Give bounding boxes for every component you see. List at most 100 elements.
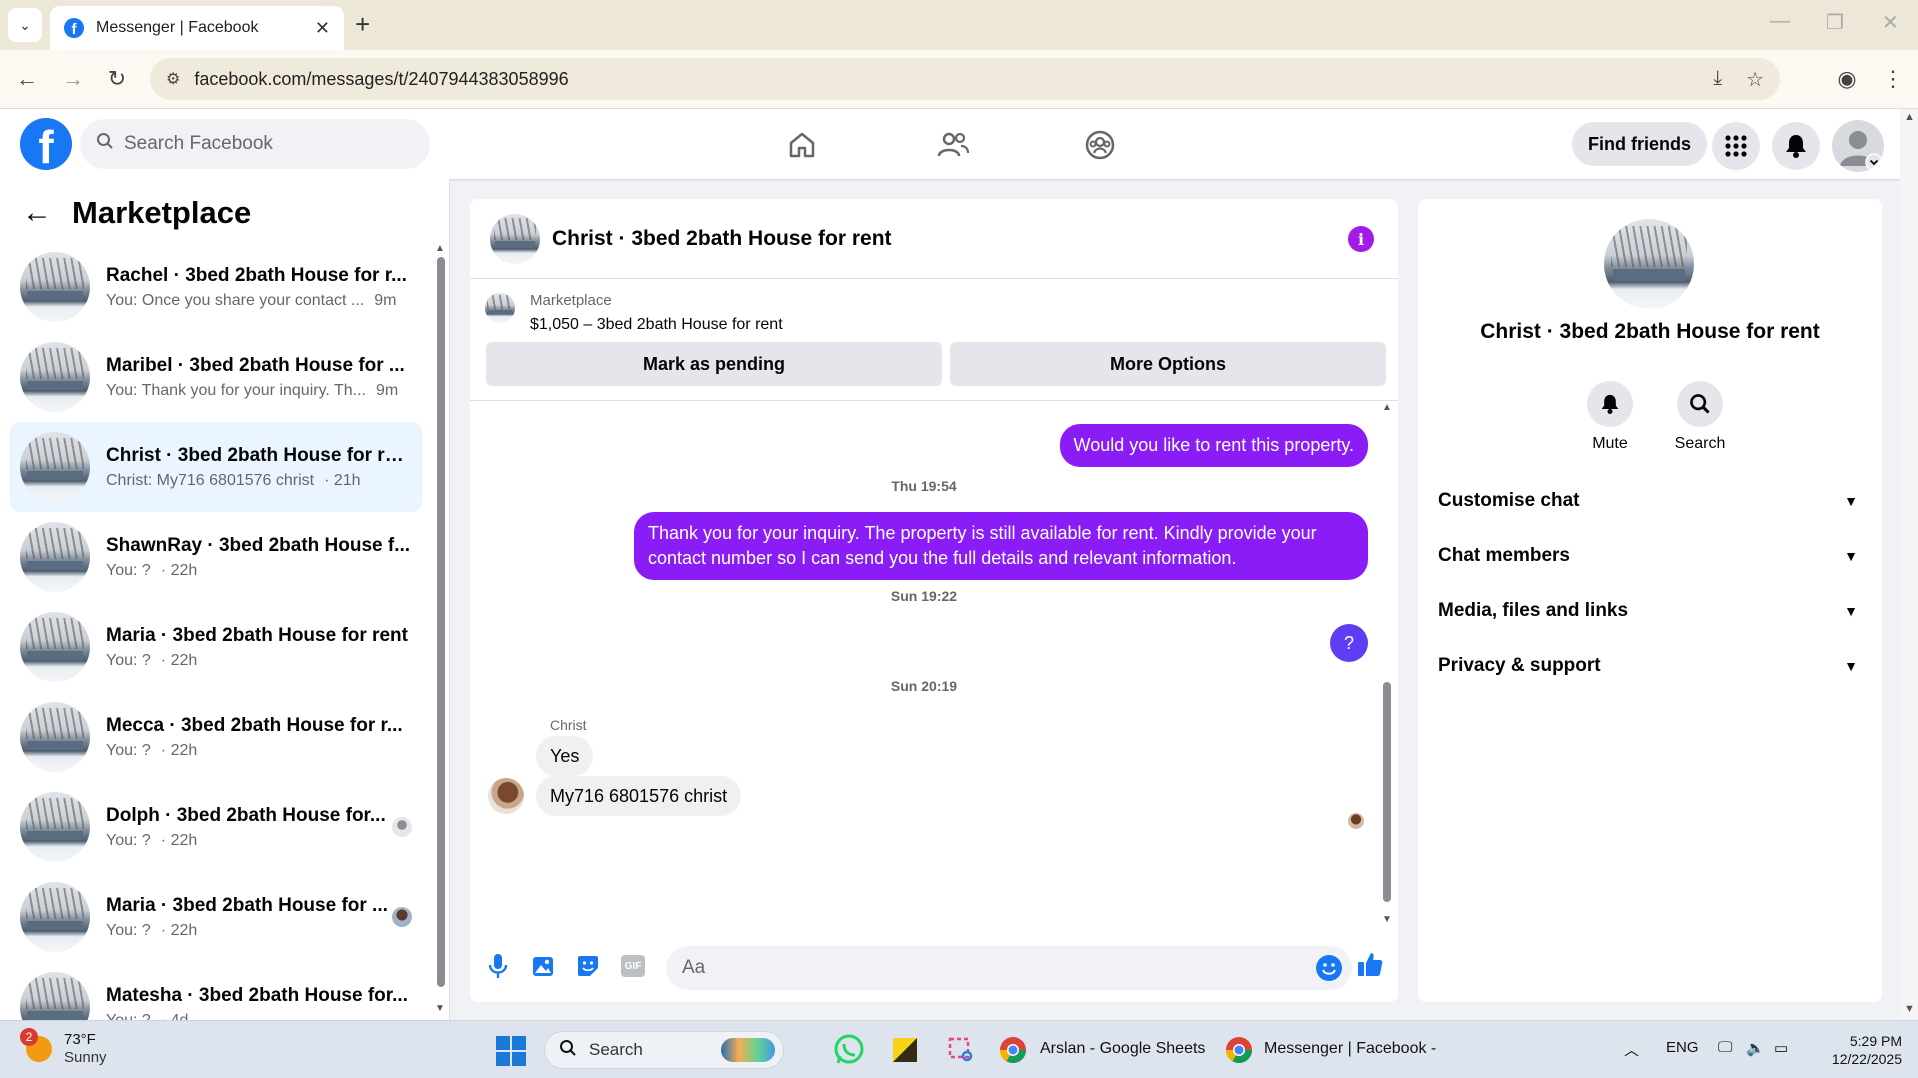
chat-scrollbar[interactable]: ▲ ▼ <box>1380 402 1394 932</box>
volume-icon[interactable]: 🔈 <box>1746 1039 1765 1057</box>
facebook-search[interactable] <box>80 119 430 169</box>
notifications-bell-icon[interactable] <box>1772 122 1820 170</box>
forward-icon[interactable]: → <box>56 62 90 96</box>
thumbs-up-icon[interactable] <box>1356 950 1384 978</box>
conversation-item[interactable]: Dolph · 3bed 2bath House for... You: ? · 2… <box>10 782 422 872</box>
chrome-messenger-icon[interactable] <box>1222 1033 1256 1067</box>
taskbar-app-messenger-label[interactable]: Messenger | Facebook - <box>1264 1040 1436 1058</box>
conversation-item[interactable]: ShawnRay · 3bed 2bath House f... You: ? · … <box>10 512 422 602</box>
scrollbar-thumb[interactable] <box>437 257 445 987</box>
snipping-tool-icon[interactable] <box>944 1033 978 1067</box>
weather-widget[interactable]: 2 73°F Sunny <box>20 1028 107 1067</box>
address-bar[interactable]: ⚙ facebook.com/messages/t/24079443830589… <box>150 58 1780 100</box>
system-clock[interactable]: 5:29 PM 12/22/2025 <box>1818 1032 1902 1068</box>
reload-icon[interactable]: ↻ <box>100 62 134 96</box>
conversation-item[interactable]: Maria · 3bed 2bath House for rent You: ? ·… <box>10 602 422 692</box>
incoming-message[interactable]: Yes <box>536 736 594 776</box>
emoji-icon[interactable] <box>1316 955 1342 981</box>
browser-menu-icon[interactable]: ⋮ <box>1876 62 1910 96</box>
message-input[interactable] <box>682 957 1282 979</box>
restore-window-button[interactable]: ❐ <box>1826 10 1844 35</box>
section-media-files-links[interactable]: Media, files and links ▼ <box>1438 593 1858 629</box>
network-icon[interactable]: 🖵 <box>1718 1039 1732 1056</box>
incoming-message[interactable]: My716 6801576 christ <box>536 776 742 816</box>
conversation-preview: You: Once you share your contact ... 9m <box>106 292 412 310</box>
search-icon[interactable] <box>1677 381 1723 427</box>
conversation-thumbnail <box>20 252 90 322</box>
sidebar-scrollbar[interactable]: ▲ ▼ <box>434 243 446 1014</box>
menu-grid-icon[interactable] <box>1712 122 1760 170</box>
sticky-notes-icon[interactable] <box>888 1033 922 1067</box>
new-tab-button[interactable]: + <box>355 10 370 38</box>
facebook-logo-icon[interactable]: f <box>20 118 72 170</box>
bookmark-star-icon[interactable]: ☆ <box>1746 67 1764 92</box>
back-arrow-icon[interactable]: ← <box>22 198 52 228</box>
conversation-item[interactable]: Mecca · 3bed 2bath House for r... You: ? ·… <box>10 692 422 782</box>
chrome-sheets-icon[interactable] <box>996 1033 1030 1067</box>
tab-search-button[interactable]: ⌄ <box>8 8 42 42</box>
mute-action[interactable]: Mute <box>1570 381 1650 453</box>
facebook-search-input[interactable] <box>124 133 384 155</box>
outgoing-message[interactable]: Would you like to rent this property. <box>1059 424 1368 467</box>
more-options-button[interactable]: More Options <box>950 342 1386 386</box>
scroll-up-icon[interactable]: ▲ <box>1904 111 1915 123</box>
taskbar-search[interactable]: Search <box>544 1031 784 1069</box>
profile-icon[interactable]: ◉ <box>1830 62 1864 96</box>
listing-thumbnail[interactable] <box>485 293 515 323</box>
tray-chevron-up-icon[interactable]: ︿ <box>1624 1039 1639 1060</box>
mark-as-pending-button[interactable]: Mark as pending <box>486 342 942 386</box>
chevron-down-icon: ▼ <box>1844 603 1858 619</box>
taskbar-app-sheets-label[interactable]: Arslan - Google Sheets <box>1040 1040 1205 1058</box>
sticker-icon[interactable] <box>574 952 602 980</box>
profile-thumbnail[interactable] <box>1604 219 1694 309</box>
scroll-down-icon[interactable]: ▼ <box>1382 914 1392 925</box>
site-info-icon[interactable]: ⚙ <box>166 69 180 89</box>
conversation-item[interactable]: Christ · 3bed 2bath House for rent Christ… <box>10 422 422 512</box>
browser-tab-messenger[interactable]: f Messenger | Facebook ✕ <box>50 6 344 50</box>
find-friends-button[interactable]: Find friends <box>1572 122 1707 166</box>
windows-start-icon[interactable] <box>496 1036 526 1066</box>
groups-icon[interactable] <box>1080 125 1120 165</box>
close-window-button[interactable]: ✕ <box>1882 10 1899 35</box>
conversation-time: · 22h <box>160 831 198 849</box>
scroll-down-icon[interactable]: ▼ <box>1904 1003 1915 1015</box>
scrollbar-thumb[interactable] <box>1383 682 1391 902</box>
install-app-icon[interactable]: ⤓ <box>1713 67 1722 92</box>
account-avatar[interactable] <box>1832 120 1884 172</box>
whatsapp-icon[interactable] <box>832 1033 866 1067</box>
scroll-up-icon[interactable]: ▲ <box>435 243 445 254</box>
outgoing-message[interactable]: ? <box>1330 624 1368 662</box>
message-input-field[interactable] <box>666 946 1352 990</box>
scroll-down-icon[interactable]: ▼ <box>435 1003 445 1014</box>
outgoing-message[interactable]: Thank you for your inquiry. The property… <box>634 512 1368 580</box>
scroll-up-icon[interactable]: ▲ <box>1382 402 1392 413</box>
chat-header-thumbnail[interactable] <box>490 213 540 264</box>
section-customise-chat[interactable]: Customise chat ▼ <box>1438 483 1858 519</box>
conversation-item[interactable]: Maribel · 3bed 2bath House for ... You: T… <box>10 332 422 422</box>
info-icon[interactable]: i <box>1348 226 1374 252</box>
language-indicator[interactable]: ENG <box>1666 1039 1699 1056</box>
gif-icon[interactable]: GIF <box>619 952 647 980</box>
url-text[interactable]: facebook.com/messages/t/2407944383058996 <box>194 69 568 90</box>
battery-icon[interactable]: ▭ <box>1774 1039 1788 1057</box>
page-scrollbar[interactable]: ▲ ▼ <box>1900 109 1918 1020</box>
minimize-window-button[interactable]: — <box>1770 10 1790 33</box>
section-chat-members[interactable]: Chat members ▼ <box>1438 538 1858 574</box>
conversation-snippet: You: ? <box>106 561 151 579</box>
back-icon[interactable]: ← <box>10 62 44 96</box>
conversation-item[interactable]: Maria · 3bed 2bath House for ... You: ? · … <box>10 872 422 962</box>
close-tab-icon[interactable]: ✕ <box>315 18 330 39</box>
section-privacy-support[interactable]: Privacy & support ▼ <box>1438 648 1858 684</box>
chat-title[interactable]: Christ · 3bed 2bath House for rent <box>552 227 892 251</box>
friends-icon[interactable] <box>933 125 973 165</box>
conversation-thumbnail <box>20 612 90 682</box>
search-action[interactable]: Search <box>1660 381 1740 453</box>
sender-avatar[interactable] <box>488 778 524 814</box>
home-icon[interactable] <box>782 125 822 165</box>
bell-icon[interactable] <box>1587 381 1633 427</box>
listing-price-title[interactable]: $1,050 – 3bed 2bath House for rent <box>530 316 783 334</box>
photo-icon[interactable] <box>529 952 557 980</box>
seen-indicator-avatar <box>1348 813 1364 829</box>
microphone-icon[interactable] <box>484 952 512 980</box>
conversation-item[interactable]: Rachel · 3bed 2bath House for r... You: O… <box>10 242 422 332</box>
